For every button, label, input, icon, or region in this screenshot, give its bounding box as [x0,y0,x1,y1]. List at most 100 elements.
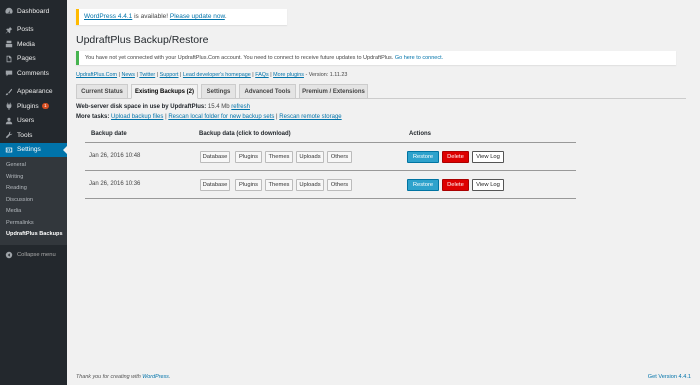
sidebar-item-label: Dashboard [17,7,50,15]
more-tasks-label: More tasks: [76,114,110,120]
refresh-link[interactable]: refresh [231,104,250,110]
submenu-item-discussion[interactable]: Discussion [0,195,67,207]
update-notice-end: . [224,13,227,20]
sidebar-item-label: Users [17,117,35,125]
header-backup-data: Backup data (click to download) [199,131,291,137]
footer-credit-end: . [168,374,171,380]
sidebar-item-plugins[interactable]: Plugins 1 [0,99,67,114]
table-row: Jan 26, 2016 10:36 Database Plugins Them… [85,171,576,199]
submenu-item-writing[interactable]: Writing [0,172,67,184]
download-plugins-button[interactable]: Plugins [235,151,262,163]
download-plugins-button[interactable]: Plugins [235,179,262,191]
get-version-link[interactable]: Get Version 4.4.1 [648,374,691,380]
update-now-link[interactable]: Please update now [170,13,225,20]
submenu-item-reading[interactable]: Reading [0,183,67,195]
existing-backups-table: Backup date Backup data (click to downlo… [85,126,576,199]
sidebar-item-label: Posts [17,26,34,34]
link-more-plugins[interactable]: More plugins [273,72,304,78]
sidebar-item-tools[interactable]: Tools [0,128,67,143]
sidebar-item-posts[interactable]: Posts [0,23,67,38]
download-others-button[interactable]: Others [327,179,352,191]
disk-usage-label: Web-server disk space in use by UpdraftP… [76,104,207,110]
pages-icon [4,54,13,63]
link-updraftplus-com[interactable]: UpdraftPlus.Com [76,72,117,78]
update-count-badge: 1 [41,103,50,110]
download-themes-button[interactable]: Themes [265,179,293,191]
pin-icon [4,25,13,34]
delete-button[interactable]: Delete [442,151,469,163]
backup-date: Jan 26, 2016 10:36 [89,181,141,187]
backup-date: Jan 26, 2016 10:48 [89,153,141,159]
wordpress-version-link[interactable]: WordPress 4.4.1 [84,13,132,20]
restore-button[interactable]: Restore [407,179,439,191]
download-uploads-button[interactable]: Uploads [296,179,324,191]
submenu-item-general[interactable]: General [0,160,67,172]
table-header: Backup date Backup data (click to downlo… [85,126,576,143]
wrench-icon [4,131,13,140]
disk-usage: Web-server disk space in use by UpdraftP… [76,104,250,110]
plugin-links: UpdraftPlus.Com | News | Twitter | Support | Lea… [76,72,348,78]
download-database-button[interactable]: Database [200,179,230,191]
sidebar-item-settings[interactable]: Settings [0,142,67,157]
tab-current-status[interactable]: Current Status [76,84,128,99]
media-icon [4,40,13,49]
settings-submenu: General Writing Reading Discussion Media… [0,157,67,245]
plugin-icon [4,102,13,111]
sidebar-item-label: Comments [17,69,49,77]
rescan-remote-link[interactable]: Rescan remote storage [279,114,341,120]
main-content: WordPress 4.4.1 is available! Please upd… [67,0,700,385]
download-others-button[interactable]: Others [327,151,352,163]
admin-sidebar: Dashboard Posts Media Pages Comments App… [0,0,67,385]
restore-button[interactable]: Restore [407,151,439,163]
view-log-button[interactable]: View Log [472,179,504,191]
rescan-local-link[interactable]: Rescan local folder for new backup sets [168,114,274,120]
sidebar-item-label: Plugins [17,102,39,110]
footer-version: Get Version 4.4.1 [648,374,691,380]
sidebar-item-label: Settings [17,146,41,154]
update-notice-text: is available! [132,13,170,20]
link-support[interactable]: Support [160,72,179,78]
connect-link[interactable]: Go here to connect. [395,55,443,61]
dashboard-icon [4,7,13,16]
submenu-item-updraftplus[interactable]: UpdraftPlus Backups [0,229,67,241]
collapse-menu-label: Collapse menu [17,251,56,258]
collapse-menu-button[interactable]: Collapse menu [0,248,67,263]
link-news[interactable]: News [121,72,134,78]
sidebar-item-label: Appearance [17,88,53,96]
tab-existing-backups[interactable]: Existing Backups (2) [131,84,198,99]
sidebar-item-users[interactable]: Users [0,114,67,129]
sidebar-item-label: Pages [17,55,36,63]
download-uploads-button[interactable]: Uploads [296,151,324,163]
submenu-item-permalinks[interactable]: Permalinks [0,218,67,230]
footer-credit: Thank you for creating with WordPress. [76,374,170,380]
submenu-item-media[interactable]: Media [0,206,67,218]
link-lead-developer[interactable]: Lead developer's homepage [183,72,251,78]
wordpress-link[interactable]: WordPress [142,374,169,380]
sidebar-item-comments[interactable]: Comments [0,66,67,81]
sidebar-item-dashboard[interactable]: Dashboard [0,4,67,19]
delete-button[interactable]: Delete [442,179,469,191]
collapse-icon [4,250,13,259]
sidebar-item-appearance[interactable]: Appearance [0,85,67,100]
sidebar-item-media[interactable]: Media [0,37,67,52]
sidebar-item-pages[interactable]: Pages [0,52,67,67]
disk-usage-value: 15.4 Mb [206,104,232,110]
download-themes-button[interactable]: Themes [265,151,293,163]
sidebar-item-label: Tools [17,131,33,139]
upload-backup-files-link[interactable]: Upload backup files [111,114,163,120]
users-icon [4,116,13,125]
download-database-button[interactable]: Database [200,151,230,163]
comments-icon [4,69,13,78]
connect-notice: You have not yet connected with your Upd… [76,51,676,65]
link-twitter[interactable]: Twitter [139,72,155,78]
link-faqs[interactable]: FAQs [255,72,268,78]
table-row: Jan 26, 2016 10:48 Database Plugins Them… [85,143,576,171]
tab-advanced-tools[interactable]: Advanced Tools [239,84,296,99]
view-log-button[interactable]: View Log [472,151,504,163]
more-tasks: More tasks: Upload backup files | Rescan… [76,114,342,120]
footer-credit-text: Thank you for creating with [76,374,143,380]
update-notice: WordPress 4.4.1 is available! Please upd… [76,9,287,25]
settings-icon [4,145,13,154]
tab-settings[interactable]: Settings [201,84,236,99]
tab-premium-extensions[interactable]: Premium / Extensions [299,84,368,99]
